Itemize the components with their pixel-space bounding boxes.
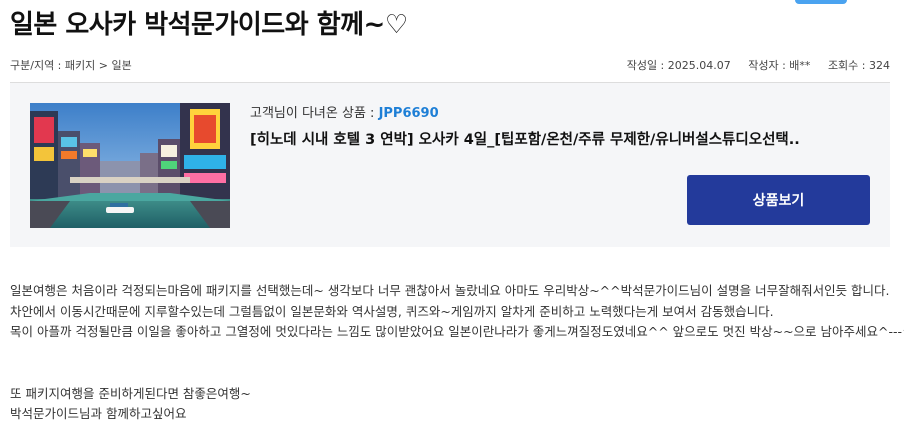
product-name-link[interactable]: [히노데 시내 호텔 3 연박] 오사카 4일_[팁포함/온천/주류 무제한/유… — [250, 128, 800, 149]
breadcrumb: 구분/지역 : 패키지 > 일본 — [10, 59, 132, 72]
post-date: 작성일 : 2025.04.07 — [626, 59, 731, 72]
review-line: 차안에서 이동시간때문에 지루할수있는데 그럴틈없이 일본문화와 역사설명, 퀴… — [10, 303, 774, 319]
post-views: 조회수 : 324 — [827, 59, 890, 72]
product-card: 고객님이 다녀온 상품 : JPP6690 [히노데 시내 호텔 3 연박] 오… — [10, 83, 890, 247]
post-meta: 작성일 : 2025.04.07 작성자 : 배** 조회수 : 324 — [627, 57, 890, 73]
review-line: 일본여행은 처음이라 걱정되는마음에 패키지를 선택했는데~ 생각보다 너무 괜… — [10, 283, 890, 298]
view-product-button[interactable]: 상품보기 — [687, 175, 870, 225]
review-line: 또 패키지여행을 준비하게된다면 참좋은여행~ — [10, 385, 251, 401]
review-line: 목이 아플까 걱정될만큼 이일을 좋아하고 그열정에 멋있다라는 느낌도 많이받… — [10, 324, 904, 339]
page: 일본 오사카 박석문가이드와 함께~♡ 구분/지역 : 패키지 > 일본 작성일… — [0, 0, 904, 439]
product-thumbnail[interactable] — [30, 103, 230, 228]
post-author: 작성자 : 배** — [748, 59, 811, 72]
product-label-prefix: 고객님이 다녀온 상품 : — [250, 106, 379, 121]
product-code[interactable]: JPP6690 — [379, 106, 439, 121]
review-line: 박석문가이드님과 함께하고싶어요 — [10, 406, 187, 421]
page-title: 일본 오사카 박석문가이드와 함께~♡ — [10, 10, 408, 40]
review-body: 일본여행은 처음이라 걱정되는마음에 패키지를 선택했는데~ 생각보다 너무 괜… — [10, 281, 904, 425]
meta-row: 구분/지역 : 패키지 > 일본 작성일 : 2025.04.07 작성자 : … — [10, 57, 890, 73]
top-accent-bar[interactable] — [795, 0, 847, 4]
product-label: 고객님이 다녀온 상품 : JPP6690 — [250, 102, 439, 121]
